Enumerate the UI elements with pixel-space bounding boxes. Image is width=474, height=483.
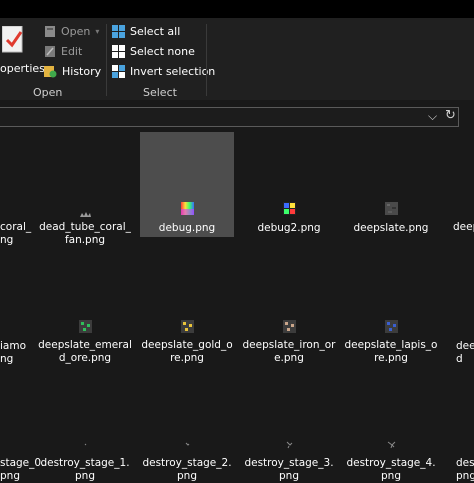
- image-file-icon: [185, 442, 189, 446]
- edit-label: Edit: [61, 45, 83, 58]
- file-name: debug.png: [158, 222, 216, 234]
- file-name: deepslate_iron_or e.png: [242, 339, 336, 364]
- file-name: debug2.png: [257, 222, 321, 234]
- file-name-partial[interactable]: coral_ ng: [0, 221, 31, 247]
- file-item[interactable]: deepslate_gold_o re.png: [140, 250, 234, 370]
- file-name-partial[interactable]: dest png: [456, 457, 474, 483]
- file-item[interactable]: destroy_stage_4. png: [344, 368, 438, 482]
- file-name: destroy_stage_3. png: [244, 457, 334, 482]
- file-item[interactable]: destroy_stage_2. png: [140, 368, 234, 482]
- file-name-partial[interactable]: deep: [453, 221, 474, 234]
- ribbon-separator: [106, 24, 107, 96]
- image-file-icon: [286, 441, 292, 449]
- open-button[interactable]: Open ▾: [44, 25, 99, 38]
- select-all-icon: [112, 25, 125, 38]
- file-name: destroy_stage_2. png: [142, 457, 232, 482]
- invert-selection-label: Invert selection: [130, 65, 216, 78]
- image-file-icon: [180, 320, 194, 333]
- file-item[interactable]: destroy_stage_1. png: [38, 368, 132, 482]
- file-name-partial[interactable]: iamo ng: [0, 340, 26, 366]
- image-file-icon: [78, 320, 92, 333]
- file-name: destroy_stage_4. png: [346, 457, 436, 482]
- file-item[interactable]: dead_tube_coral_ fan.png: [38, 132, 132, 246]
- ribbon: operties Open ▾ Edit History Open Select…: [0, 18, 474, 100]
- file-name: deepslate_lapis_o re.png: [344, 339, 438, 364]
- chevron-down-icon[interactable]: ⌵: [428, 109, 437, 124]
- file-name: deepslate_emeral d_ore.png: [38, 339, 132, 364]
- address-input[interactable]: [0, 107, 459, 127]
- ribbon-separator: [206, 24, 207, 96]
- chevron-down-icon: ▾: [95, 27, 100, 36]
- refresh-icon[interactable]: ↻: [445, 108, 456, 123]
- edit-icon: [45, 46, 55, 57]
- image-file-icon: [180, 202, 194, 215]
- image-file-icon: [84, 443, 86, 446]
- image-file-icon: [282, 320, 296, 333]
- properties-label: operties: [0, 62, 45, 75]
- image-file-icon: [384, 320, 398, 333]
- file-item[interactable]: debug.png: [140, 132, 234, 237]
- select-all-label: Select all: [130, 25, 181, 38]
- file-name: dead_tube_coral_ fan.png: [39, 221, 131, 246]
- history-button[interactable]: History: [44, 65, 101, 78]
- select-none-button[interactable]: Select none: [112, 45, 195, 58]
- select-all-button[interactable]: Select all: [112, 25, 180, 38]
- file-item[interactable]: debug2.png: [242, 132, 336, 237]
- file-name: destroy_stage_1. png: [40, 457, 130, 482]
- invert-selection-icon: [112, 65, 125, 78]
- image-file-icon: [282, 202, 296, 215]
- properties-icon: [2, 26, 23, 53]
- file-name: deepslate_gold_o re.png: [141, 339, 233, 364]
- edit-button[interactable]: Edit: [44, 45, 82, 58]
- file-name-partial[interactable]: deep d: [456, 340, 474, 366]
- file-item[interactable]: deepslate_lapis_o re.png: [344, 250, 438, 370]
- select-none-icon: [112, 45, 125, 58]
- select-group-label: Select: [143, 86, 177, 99]
- title-bar: [0, 0, 474, 18]
- file-name: deepslate.png: [353, 222, 429, 234]
- file-item[interactable]: destroy_stage_3. png: [242, 368, 336, 482]
- image-file-icon: [384, 202, 398, 215]
- invert-selection-button[interactable]: Invert selection: [112, 65, 215, 78]
- address-bar: ⌵ ↻: [0, 100, 474, 130]
- open-group-label: Open: [33, 86, 63, 99]
- file-item[interactable]: deepslate_emeral d_ore.png: [38, 250, 132, 370]
- image-file-icon: [387, 441, 395, 449]
- file-item[interactable]: deepslate.png: [344, 132, 438, 237]
- open-label: Open: [61, 25, 91, 38]
- open-icon: [45, 26, 55, 37]
- history-icon: [44, 66, 57, 78]
- image-file-icon: [79, 212, 91, 217]
- file-item[interactable]: deepslate_iron_or e.png: [242, 250, 336, 370]
- properties-button[interactable]: operties: [0, 24, 45, 84]
- history-label: History: [62, 65, 102, 78]
- select-none-label: Select none: [130, 45, 195, 58]
